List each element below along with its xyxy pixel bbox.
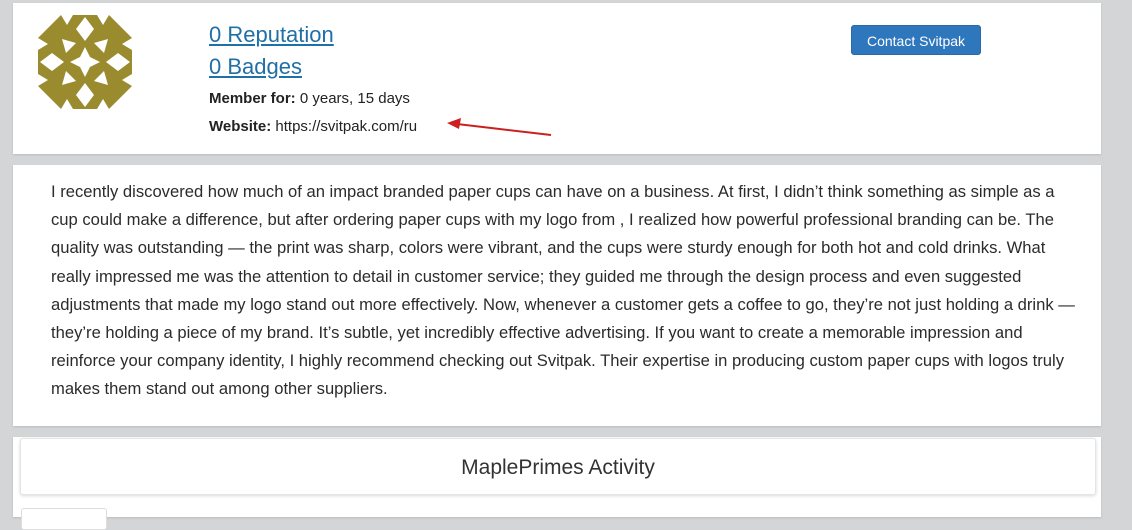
website-value: https://svitpak.com/ru <box>275 118 418 135</box>
profile-card: 0 Reputation 0 Badges Member for: 0 year… <box>13 3 1101 154</box>
activity-section: MaplePrimes Activity <box>13 437 1101 530</box>
website-line: Website: https://svitpak.com/ru <box>209 118 417 136</box>
member-for-value: 0 years, 15 days <box>299 90 410 107</box>
avatar-identicon <box>38 15 132 109</box>
member-for-label: Member for: <box>209 90 296 107</box>
bio-text: I recently discovered how much of an imp… <box>51 182 1075 399</box>
bio-card: I recently discovered how much of an imp… <box>13 165 1101 426</box>
contact-button[interactable]: Contact Svitpak <box>851 25 981 55</box>
activity-title: MaplePrimes Activity <box>20 438 1096 495</box>
avatar[interactable] <box>38 15 132 109</box>
member-for-line: Member for: 0 years, 15 days <box>209 90 410 108</box>
annotation-arrow-icon <box>447 118 552 136</box>
activity-tab[interactable] <box>21 508 107 530</box>
reputation-link[interactable]: 0 Reputation <box>209 22 334 48</box>
website-label: Website: <box>209 118 272 135</box>
badges-link[interactable]: 0 Badges <box>209 54 302 80</box>
